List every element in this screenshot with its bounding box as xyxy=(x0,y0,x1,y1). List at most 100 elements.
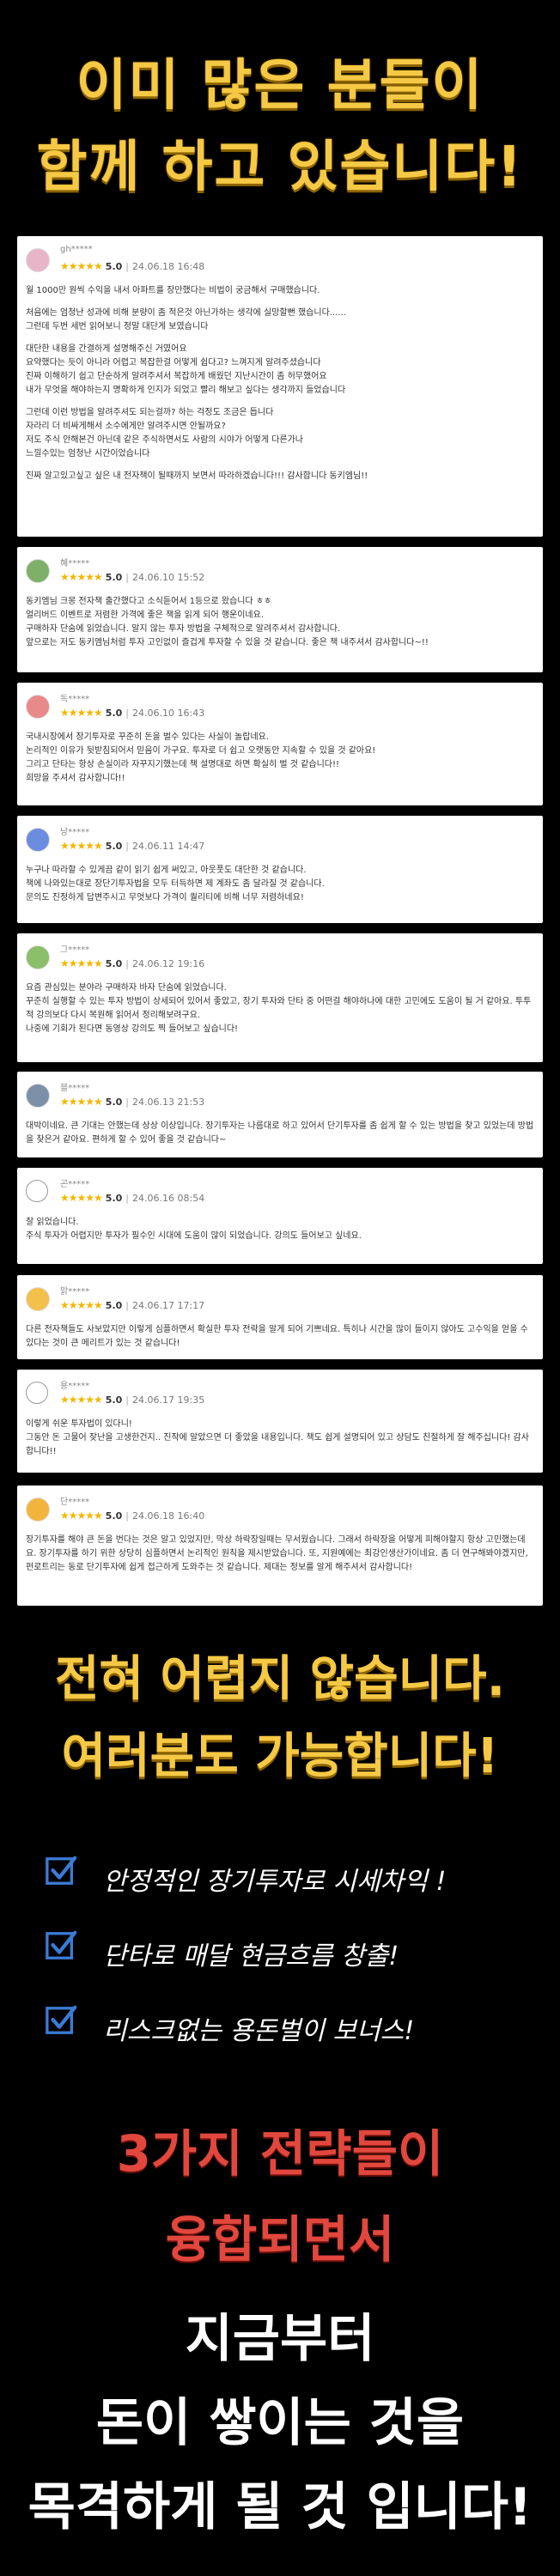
review-line: 나중에 기회가 된다면 동영상 강의도 찍 들어보고 싶습니다! xyxy=(26,1024,239,1034)
review-line: 다른 전자책들도 사보았지만 이렇게 심플하면서 확실한 투자 전략을 알게 되… xyxy=(26,1325,531,1348)
avatar xyxy=(26,1287,50,1311)
separator: | xyxy=(125,1193,130,1204)
review-line: 꾸준히 실행할 수 있는 투자 방법이 상세되어 있어서 좋았고, 장기 투자와… xyxy=(26,997,532,1020)
review-card: 용***** ★★★★★ 5.0 | 24.06.17 19:35 이렇게 쉬운 투자법이… xyxy=(17,1370,543,1473)
separator: | xyxy=(125,261,130,272)
review-score: 5.0 xyxy=(105,261,123,272)
review-date: 24.06.10 16:43 xyxy=(132,708,205,719)
review-line: 장기투자를 해야 큰 돈을 번다는 것은 알고 있었지만, 막상 하락장일때는 … xyxy=(26,1535,531,1572)
review-header: 용***** ★★★★★ 5.0 | 24.06.17 19:35 xyxy=(26,1378,534,1418)
review-header: 블***** ★★★★★ 5.0 | 24.06.13 21:53 xyxy=(26,1080,534,1120)
final-title-line3: 목격하게 될 것 입니다! xyxy=(27,2477,533,2537)
review-meta: ★★★★★ 5.0 | 24.06.17 19:35 xyxy=(60,1394,204,1406)
review-line xyxy=(26,298,534,307)
review-line: 그런데 이런 방법을 알려주셔도 되는걸까? 하는 걱정도 조금은 듭니다 xyxy=(26,408,274,417)
star-rating-icon: ★★★★★ xyxy=(60,957,103,969)
review-line: 책에 나와있는대로 장단기투자법을 모두 터득하면 제 계좌도 좀 달라질 것 … xyxy=(26,879,325,889)
review-header: gh***** ★★★★★ 5.0 | 24.06.18 16:48 xyxy=(26,245,534,284)
review-line: 대단한 내용을 간결하게 설명해주신 거였어요 xyxy=(26,344,187,354)
review-body: 동키엠님 크몽 전자책 출간했다고 소식듣어서 1등으로 왔습니다 ㅎㅎ 얼리버드… xyxy=(26,595,534,650)
review-header: 단***** ★★★★★ 5.0 | 24.06.18 16:40 xyxy=(26,1494,534,1534)
review-line: 요즘 관심있는 분야라 구매하자 바자 단숨에 읽었습니다. xyxy=(26,983,227,993)
separator: | xyxy=(125,958,130,969)
review-line: 요약했다는 듯이 아니라 어렵고 복잡한걸 어떻게 쉽다고? 느껴지게 알려주셨… xyxy=(26,358,321,368)
red-title-line1: 3가지 전략들이 xyxy=(116,2124,444,2183)
reviewer-name: 그***** xyxy=(60,945,90,955)
star-rating-icon: ★★★★★ xyxy=(60,1192,103,1204)
review-header: 혜***** ★★★★★ 5.0 | 24.06.10 15:52 xyxy=(26,556,534,595)
review-meta: ★★★★★ 5.0 | 24.06.10 15:52 xyxy=(60,571,204,583)
star-rating-icon: ★★★★★ xyxy=(60,1096,103,1108)
review-card: 단***** ★★★★★ 5.0 | 24.06.18 16:40 장기투자를 해야 큰 … xyxy=(17,1485,543,1606)
review-score: 5.0 xyxy=(105,1193,123,1204)
review-card: 블***** ★★★★★ 5.0 | 24.06.13 21:53 대박이네요. 큰 기대… xyxy=(17,1072,543,1157)
checkbox-icon xyxy=(46,2005,77,2034)
review-score: 5.0 xyxy=(105,1300,123,1311)
review-score: 5.0 xyxy=(105,708,123,719)
review-line xyxy=(26,398,534,406)
separator: | xyxy=(125,708,130,719)
review-body: 국내시장에서 장기투자로 꾸준히 돈을 벌수 있다는 사실이 놀랍네요. 논리적인… xyxy=(26,731,534,786)
final-title-line1: 지금부터 xyxy=(185,2309,375,2369)
review-meta: ★★★★★ 5.0 | 24.06.10 16:43 xyxy=(60,707,204,719)
review-line xyxy=(26,461,534,470)
separator: | xyxy=(125,572,130,583)
review-date: 24.06.13 21:53 xyxy=(132,1097,205,1108)
review-header: 독***** ★★★★★ 5.0 | 24.06.10 16:43 xyxy=(26,691,534,731)
reviewer-name: 곤***** xyxy=(60,1180,90,1189)
review-line: 저도 주식 안해본건 아닌데 같은 주식하면서도 사람의 시야가 어떻게 다른가… xyxy=(26,435,304,445)
review-line: 구매하자 단숨에 읽었습니다. 알지 않는 투자 방법을 구체적으로 알려주셔서… xyxy=(26,624,341,634)
review-card: 낭***** ★★★★★ 5.0 | 24.06.11 14:47 누구나 따라할 수 있… xyxy=(17,816,543,923)
avatar xyxy=(26,695,50,719)
check-text: 단타로 매달 현금흐름 창출! xyxy=(103,1941,399,1971)
review-header: 맑***** ★★★★★ 5.0 | 24.06.17 17:17 xyxy=(26,1284,534,1323)
review-body: 이렇게 쉬운 투자법이 있다니! 그동안 돈 고물어 잦난을 고생한건지.. 진작… xyxy=(26,1418,534,1459)
star-rating-icon: ★★★★★ xyxy=(60,1394,103,1406)
separator: | xyxy=(125,841,130,852)
star-rating-icon: ★★★★★ xyxy=(60,707,103,719)
reviewer-name: 단***** xyxy=(60,1498,90,1507)
review-body: 장기투자를 해야 큰 돈을 번다는 것은 알고 있었지만, 막상 하락장일때는 … xyxy=(26,1534,534,1575)
review-line: 자라리 더 비싸게해서 소수에게만 알려주시면 안될까요? xyxy=(26,422,226,431)
star-rating-icon: ★★★★★ xyxy=(60,571,103,583)
review-body: 잘 읽었습니다. 주식 투자가 어렵지만 투자가 필수인 시대에 도움이 많이 되… xyxy=(26,1216,534,1243)
review-body: 누구나 따라할 수 있게끔 같이 읽기 쉽게 써있고, 아웃풋도 대단한 것 같… xyxy=(26,864,534,905)
checkbox-icon xyxy=(46,1856,77,1885)
review-line: 진짜 이해하기 쉽고 단순하게 알려주셔서 복잡하게 배웠던 지난시간이 좀 허… xyxy=(26,372,327,381)
hero-title-line1: 이미 많은 분들이 xyxy=(76,54,484,118)
star-rating-icon: ★★★★★ xyxy=(60,260,103,272)
review-score: 5.0 xyxy=(105,841,123,852)
avatar xyxy=(26,248,50,272)
review-line: 대박이네요. 큰 기대는 안했는데 상상 이상입니다. 장기투자는 나름대로 하… xyxy=(26,1121,534,1145)
review-line: 이렇게 쉬운 투자법이 있다니! xyxy=(26,1419,132,1429)
review-line: 문의도 진정하게 답변주시고 무엇보다 가격이 퀄리티에 비해 너무 저렴하네요… xyxy=(26,893,304,902)
avatar xyxy=(26,1084,50,1108)
separator: | xyxy=(125,1510,130,1522)
review-line: 월 1000만 원씩 수익을 내서 아파트를 장만했다는 비법이 궁금해서 구매… xyxy=(26,286,320,295)
review-line: 내가 무엇을 해야하는지 명확하게 인지가 되었고 빨리 해보고 싶다는 생각까… xyxy=(26,386,346,395)
reviewer-name: 블***** xyxy=(60,1084,90,1093)
middle-title-line2: 여러분도 가능합니다! xyxy=(61,1728,499,1784)
review-line: 국내시장에서 장기투자로 꾸준히 돈을 벌수 있다는 사실이 놀랍네요. xyxy=(26,732,270,742)
review-date: 24.06.18 16:40 xyxy=(132,1510,205,1522)
red-title-line2: 융합되면서 xyxy=(165,2210,395,2269)
middle-title-line1: 전혀 어렵지 않습니다. xyxy=(55,1651,505,1707)
review-line: 주식 투자가 어렵지만 투자가 필수인 시대에 도움이 많이 되었습니다. 강의… xyxy=(26,1231,362,1241)
review-card: 곤***** ★★★★★ 5.0 | 24.06.16 08:54 잘 읽었습니다. 주식 … xyxy=(17,1168,543,1264)
separator: | xyxy=(125,1394,130,1406)
review-line: 느낄수있는 엄청난 시간이었습니다 xyxy=(26,449,150,459)
reviewer-name: gh***** xyxy=(60,245,93,254)
avatar xyxy=(26,559,50,583)
review-header: 그***** ★★★★★ 5.0 | 24.06.12 19:16 xyxy=(26,942,534,981)
review-score: 5.0 xyxy=(105,1394,123,1406)
review-meta: ★★★★★ 5.0 | 24.06.17 17:17 xyxy=(60,1299,204,1311)
avatar xyxy=(26,828,50,852)
review-line: 얼리버드 이벤트로 저렴한 가격에 좋은 책을 읽게 되어 행운이네요. xyxy=(26,611,265,620)
review-line: 동키엠님 크몽 전자책 출간했다고 소식듣어서 1등으로 왔습니다 ㅎㅎ xyxy=(26,597,272,606)
review-meta: ★★★★★ 5.0 | 24.06.13 21:53 xyxy=(60,1096,204,1108)
reviewer-name: 맑***** xyxy=(60,1287,90,1297)
review-body: 대박이네요. 큰 기대는 안했는데 상상 이상입니다. 장기투자는 나름대로 하… xyxy=(26,1120,534,1147)
review-meta: ★★★★★ 5.0 | 24.06.18 16:48 xyxy=(60,260,204,272)
star-rating-icon: ★★★★★ xyxy=(60,1299,103,1311)
review-card: 혜***** ★★★★★ 5.0 | 24.06.10 15:52 동키엠님 크몽 전자책… xyxy=(17,547,543,672)
